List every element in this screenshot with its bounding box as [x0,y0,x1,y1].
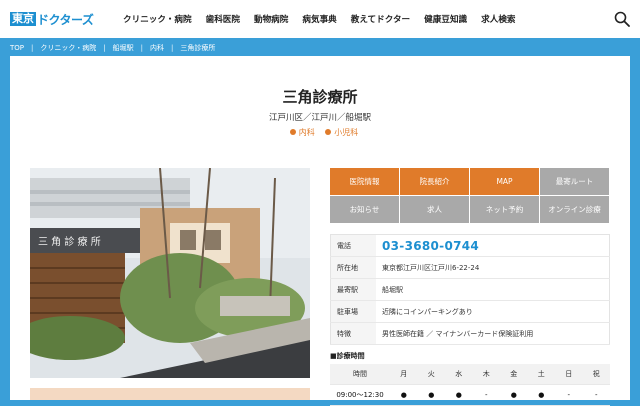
menu-news[interactable]: お知らせ [330,196,399,223]
info-row-features: 特徴 男性医師在籍 ／ マイナンバーカード保険証利用 [330,322,610,345]
info-row-address: 所在地 東京都江戸川区江戸川6-22-24 [330,256,610,279]
info-value: 男性医師在籍 ／ マイナンバーカード保険証利用 [376,322,610,345]
info-label: 駐車場 [330,300,376,323]
schedule-cell: 09:00～12:30 [330,384,390,406]
clinic-info-table: 電話 03-3680-0744 所在地 東京都江戸川区江戸川6-22-24 最寄… [330,234,610,345]
info-row-station: 最寄駅 船堀駅 [330,278,610,301]
header: 東京 ドクターズ クリニック・病院 歯科医院 動物病院 病気事典 教えてドクター… [0,0,640,38]
schedule-cell: - [472,384,500,406]
department-dot-icon [325,128,332,135]
info-label: 電話 [330,234,376,257]
nav-animal[interactable]: 動物病院 [254,13,288,25]
menu-info[interactable]: 医院情報 [330,168,399,195]
menu-online-consultation[interactable]: オンライン診療 [540,196,609,223]
schedule-cell: ● [527,384,555,406]
main-content: 三角診療所 江戸川区／江戸川／船堀駅 内科 小児科 三 角 診 療 所 医院情報… [10,56,630,406]
info-label: 特徴 [330,322,376,345]
schedule-cell: ● [390,384,418,406]
info-value: 近隣にコインパーキングあり [376,300,610,323]
info-label: 所在地 [330,256,376,279]
department-dot-icon [289,128,296,135]
breadcrumb-top[interactable]: TOP [10,44,24,52]
department-tags: 内科 小児科 [10,127,630,138]
menu-net-reservation[interactable]: ネット予約 [470,196,539,223]
breadcrumb-station[interactable]: 船堀駅 [113,43,134,53]
site-logo[interactable]: 東京 ドクターズ [10,11,94,27]
info-row-phone: 電話 03-3680-0744 [330,234,610,257]
schedule-title: ■診療時間 [330,352,365,360]
clinic-name: 三角診療所 [282,88,358,106]
breadcrumb-separator: | [103,44,106,52]
schedule-header: 月 [390,364,418,385]
logo-text: ドクターズ [37,12,94,27]
breadcrumb-department[interactable]: 内科 [150,43,164,53]
schedule-header: 日 [555,364,583,385]
info-value: 船堀駅 [376,278,610,301]
schedule-header: 火 [417,364,445,385]
schedule-header: 土 [527,364,555,385]
search-icon[interactable] [614,11,630,27]
nav-dental[interactable]: 歯科医院 [206,13,240,25]
schedule-cell: ● [417,384,445,406]
schedule-header: 水 [445,364,473,385]
schedule-header: 木 [472,364,500,385]
nav-health-tips[interactable]: 健康豆知識 [424,13,467,25]
info-label: 最寄駅 [330,278,376,301]
menu-map[interactable]: MAP [470,168,539,195]
breadcrumb-current: 三角診療所 [180,44,216,52]
menu-director[interactable]: 院長紹介 [400,168,469,195]
info-value: 東京都江戸川区江戸川6-22-24 [376,256,610,279]
schedule-cell: - [555,384,583,406]
photo-sign-text: 三 角 診 療 所 [38,235,101,248]
clinic-location: 江戸川区／江戸川／船堀駅 [268,113,371,123]
schedule-header: 祝 [582,364,610,385]
clinic-photo: 三 角 診 療 所 [30,168,310,378]
main-nav: クリニック・病院 歯科医院 動物病院 病気事典 教えてドクター 健康豆知識 求人… [123,13,530,25]
nav-ask-doctor[interactable]: 教えてドクター [351,13,410,25]
schedule-row: 09:00～12:30 ● ● ● - ● ● - - [330,384,610,406]
schedule-cell: ● [445,384,473,406]
breadcrumb-clinic[interactable]: クリニック・病院 [40,43,96,53]
photo-caption-band [30,388,310,400]
schedule-header: 金 [500,364,528,385]
schedule-cell: - [582,384,610,406]
nav-jobs[interactable]: 求人検索 [481,13,515,25]
schedule-cell: ● [500,384,528,406]
department-tag[interactable]: 小児科 [334,128,358,137]
clinic-menu: 医院情報 院長紹介 MAP 最寄ルート お知らせ 求人 ネット予約 オンライン診… [330,168,610,223]
breadcrumb: TOP | クリニック・病院 | 船堀駅 | 内科 | 三角診療所 [10,42,215,54]
phone-number[interactable]: 03-3680-0744 [376,234,610,257]
logo-block: 東京 [10,12,36,26]
breadcrumb-separator: | [31,44,34,52]
breadcrumb-separator: | [170,44,174,52]
breadcrumb-separator: | [140,44,143,52]
schedule-header: 時間 [330,364,390,385]
schedule-header-row: 時間 月 火 水 木 金 土 日 祝 [330,364,610,385]
nav-clinic[interactable]: クリニック・病院 [123,13,192,25]
info-row-parking: 駐車場 近隣にコインパーキングあり [330,300,610,323]
nav-disease[interactable]: 病気事典 [302,13,336,25]
menu-jobs[interactable]: 求人 [400,196,469,223]
menu-route[interactable]: 最寄ルート [540,168,609,195]
department-tag[interactable]: 内科 [299,128,315,137]
